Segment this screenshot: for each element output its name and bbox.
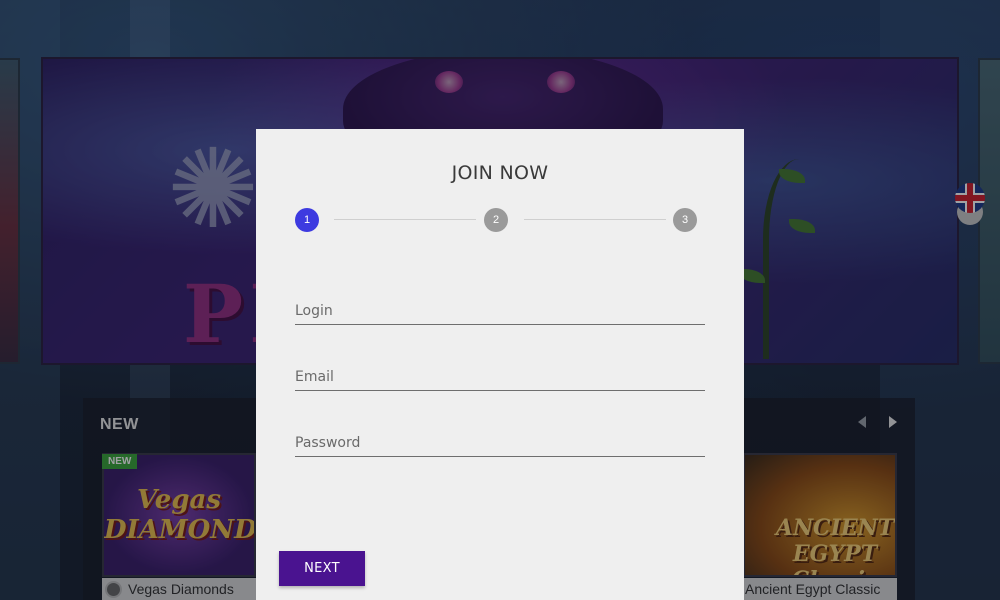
join-now-modal: JOIN NOW 1 2 3 NEXT: [256, 129, 744, 600]
step-indicator-1: 1: [295, 208, 319, 232]
login-input[interactable]: [295, 297, 705, 325]
step-connector: [524, 219, 666, 220]
step-connector: [334, 219, 476, 220]
next-button[interactable]: NEXT: [279, 551, 365, 586]
password-field-wrapper: [295, 429, 705, 457]
modal-title: JOIN NOW: [451, 162, 549, 184]
password-input[interactable]: [295, 429, 705, 457]
login-field-wrapper: [295, 297, 705, 325]
email-input[interactable]: [295, 363, 705, 391]
step-indicator-2: 2: [484, 208, 508, 232]
email-field-wrapper: [295, 363, 705, 391]
step-indicator-3: 3: [673, 208, 697, 232]
